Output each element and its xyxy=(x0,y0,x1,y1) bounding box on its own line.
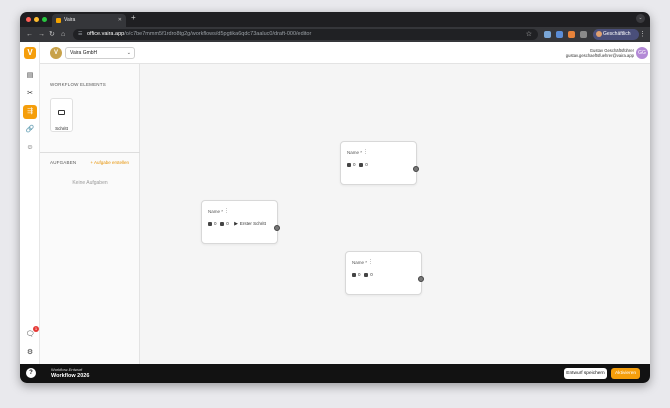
workflow-draft-label: Workflow-Entwurf xyxy=(51,367,83,372)
notifications-icon[interactable]: 🗨 1 xyxy=(23,326,39,342)
task-icon xyxy=(220,221,225,226)
site-info-icon[interactable]: ☰ xyxy=(78,29,82,40)
tab-title: Vaira xyxy=(64,17,76,23)
elements-heading: WORKFLOW ELEMENTS xyxy=(50,82,106,87)
extension-icon[interactable] xyxy=(544,31,551,38)
activate-button[interactable]: Aktivieren xyxy=(611,368,640,379)
node-stats: 0 0 xyxy=(347,162,368,167)
node-name: Name * xyxy=(208,209,224,214)
workflow-node[interactable]: Name * ⋮ 0 0 ▶ Erster Schritt xyxy=(201,200,280,244)
new-tab-button[interactable]: + xyxy=(131,13,136,22)
chevron-down-icon: ⌄ xyxy=(126,50,131,56)
profile-label: Geschäftlich xyxy=(603,31,631,37)
workflow-canvas[interactable]: Name * ⋮ 0 0 Name * ⋮ 0 0 ▶ Erster Schrit… xyxy=(141,64,650,364)
browser-tab[interactable]: Vaira ✕ xyxy=(52,14,126,27)
forward-icon[interactable]: → xyxy=(38,30,45,39)
tab-close-icon[interactable]: ✕ xyxy=(118,14,122,27)
notification-count: 1 xyxy=(33,326,39,332)
browser-toolbar: ← → ↻ ⌂ ☰ office.vaira.app/o/c7be7mmm5f1… xyxy=(20,27,650,42)
document-icon xyxy=(208,221,212,226)
settings-gear-icon[interactable]: ⚙ xyxy=(23,346,37,360)
address-bar[interactable]: ☰ office.vaira.app/o/c7be7mmm5f1rdro8tg2… xyxy=(73,29,538,40)
vaira-logo[interactable]: V xyxy=(24,47,36,59)
step-icon xyxy=(58,110,65,115)
node-stats: 0 0 xyxy=(352,272,373,277)
app-header: V Vaira GmbH ⌄ Gustav Geschäftsführer gu… xyxy=(40,42,650,64)
save-draft-button[interactable]: Entwurf speichern xyxy=(564,368,607,379)
url-domain: office.vaira.app xyxy=(87,31,125,37)
node-count-a: 0 xyxy=(353,162,356,167)
maximize-window-button[interactable] xyxy=(42,17,47,22)
node-connect-handle[interactable] xyxy=(274,225,280,231)
browser-menu-icon[interactable]: ⋮ xyxy=(639,30,646,38)
node-count-a: 0 xyxy=(358,272,361,277)
user-avatar[interactable]: GG xyxy=(636,47,648,59)
extensions-puzzle-icon[interactable] xyxy=(580,31,587,38)
bookmark-star-icon[interactable]: ☆ xyxy=(526,29,532,40)
next-step-arrow-icon: ▶ xyxy=(234,221,238,227)
app: V ▤ ✂ ⇶ 🔗 ☺ 🗨 1 ⚙ V Vaira GmbH ⌄ Gustav G… xyxy=(20,42,650,383)
org-avatar: V xyxy=(50,47,62,59)
org-select-value: Vaira GmbH xyxy=(70,50,98,56)
url-path: /o/c7be7mmm5f1rdro8tg2g/workflows/d5pgti… xyxy=(124,31,312,37)
browser-tab-bar: Vaira ✕ + ⌄ xyxy=(20,12,650,27)
extension-icon[interactable] xyxy=(556,31,563,38)
help-button[interactable]: ? xyxy=(26,368,36,378)
node-count-a: 0 xyxy=(214,221,217,226)
step-element-card[interactable]: Schritt xyxy=(50,98,73,132)
tab-search-icon[interactable]: ⌄ xyxy=(636,14,645,23)
task-icon xyxy=(359,162,364,167)
nav-rail: V ▤ ✂ ⇶ 🔗 ☺ 🗨 1 ⚙ xyxy=(20,42,40,383)
org-select[interactable]: Vaira GmbH ⌄ xyxy=(65,47,135,59)
home-icon[interactable]: ⌂ xyxy=(61,30,65,39)
node-next-step: Erster Schritt xyxy=(239,221,266,226)
divider xyxy=(40,152,140,153)
reload-icon[interactable]: ↻ xyxy=(49,30,55,39)
node-menu-icon[interactable]: ⋮ xyxy=(224,208,229,214)
document-icon xyxy=(347,162,351,167)
document-icon xyxy=(352,272,356,277)
extension-icon[interactable] xyxy=(568,31,575,38)
workflows-icon[interactable]: ⇶ xyxy=(23,105,37,119)
vaira-favicon-icon xyxy=(56,18,61,23)
profile-avatar-icon xyxy=(596,31,602,37)
workflow-sidebar: WORKFLOW ELEMENTS Schritt AUFGABEN + Auf… xyxy=(40,64,140,364)
empty-tasks-text: Keine Aufgaben xyxy=(72,180,108,186)
node-menu-icon[interactable]: ⋮ xyxy=(368,259,373,265)
add-task-button[interactable]: + Aufgabe erstellen xyxy=(90,160,129,165)
node-connect-handle[interactable] xyxy=(413,166,419,172)
node-name: Name * xyxy=(347,150,363,155)
link-icon[interactable]: 🔗 xyxy=(23,123,37,137)
profile-button[interactable]: Geschäftlich xyxy=(593,29,639,40)
node-count-b: 0 xyxy=(226,221,229,226)
node-stats: 0 0 ▶ Erster Schritt xyxy=(208,221,266,227)
close-window-button[interactable] xyxy=(26,17,31,22)
workflow-node[interactable]: Name * ⋮ 0 0 xyxy=(345,251,424,295)
node-name: Name * xyxy=(352,260,368,265)
node-connect-handle[interactable] xyxy=(418,276,424,282)
editor-footer: ? Workflow-Entwurf Workflow 2026 Entwurf… xyxy=(20,364,650,383)
workflow-name[interactable]: Workflow 2026 xyxy=(51,373,89,379)
workflow-node[interactable]: Name * ⋮ 0 0 xyxy=(340,141,419,185)
node-menu-icon[interactable]: ⋮ xyxy=(363,149,368,155)
node-count-b: 0 xyxy=(365,162,368,167)
task-icon xyxy=(364,272,369,277)
user-info: Gustav Geschäftsführer gustav.geschaefts… xyxy=(566,48,634,58)
minimize-window-button[interactable] xyxy=(34,17,39,22)
tools-icon[interactable]: ✂ xyxy=(23,87,37,101)
inbox-icon[interactable]: ▤ xyxy=(23,69,37,83)
tasks-heading: AUFGABEN xyxy=(50,160,77,165)
contacts-icon[interactable]: ☺ xyxy=(23,141,37,155)
browser-window: Vaira ✕ + ⌄ ← → ↻ ⌂ ☰ office.vaira.app/o… xyxy=(20,12,650,383)
user-email: gustav.geschaeftsfuehrer@vaira.app xyxy=(565,53,634,58)
node-count-b: 0 xyxy=(370,272,373,277)
back-icon[interactable]: ← xyxy=(26,30,33,39)
step-element-label: Schritt xyxy=(55,126,68,131)
